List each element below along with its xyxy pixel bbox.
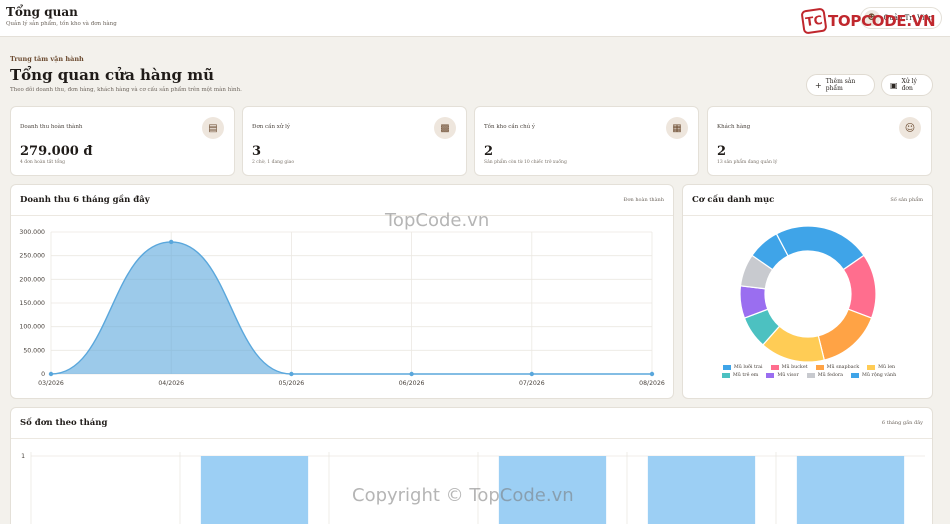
stat-value: 3 bbox=[252, 144, 262, 159]
stat-card-revenue: Doanh thu hoàn thành 279.000 đ 4 đơn hoà… bbox=[10, 106, 235, 176]
legend-item[interactable]: Mũ trẻ em bbox=[721, 373, 759, 378]
stat-value: 2 bbox=[484, 144, 494, 159]
wallet-icon: ▤ bbox=[202, 117, 224, 139]
y-tick-label: 200.000 bbox=[19, 276, 45, 283]
legend-label: Mũ bucket bbox=[781, 365, 808, 370]
revenue-point bbox=[169, 239, 174, 245]
top-bar: Tổng quan Quản lý sản phẩm, tồn kho và đ… bbox=[0, 0, 950, 37]
legend-item[interactable]: Mũ fedora bbox=[806, 373, 844, 378]
donut-slice bbox=[817, 308, 873, 361]
users-icon: ☺ bbox=[899, 117, 921, 139]
page-subtitle: Theo dõi doanh thu, đơn hàng, khách hàng… bbox=[10, 87, 242, 93]
stat-note: 2 chờ, 1 đang giao bbox=[252, 160, 295, 165]
x-tick-label: 07/2026 bbox=[519, 380, 545, 387]
process-orders-button[interactable]: ▣ Xử lý đơn bbox=[881, 74, 933, 96]
stat-value: 279.000 đ bbox=[20, 144, 93, 159]
legend-label: Mũ trẻ em bbox=[732, 373, 759, 378]
orders-bar bbox=[796, 456, 905, 524]
stat-note: 4 đơn hoàn tất tổng bbox=[20, 160, 65, 165]
legend-label: Mũ snapback bbox=[826, 365, 860, 370]
x-tick-label: 06/2026 bbox=[399, 380, 425, 387]
package-icon: ▩ bbox=[434, 117, 456, 139]
legend-item[interactable]: Mũ snapback bbox=[815, 365, 860, 370]
legend-swatch bbox=[815, 365, 824, 370]
legend-item[interactable]: Mũ rộng vành bbox=[851, 373, 896, 378]
legend-swatch bbox=[766, 373, 775, 378]
stat-label: Khách hàng bbox=[717, 124, 751, 130]
legend-item[interactable]: Mũ lưỡi trai bbox=[722, 365, 763, 370]
revenue-point bbox=[409, 371, 414, 377]
app-title: Tổng quan bbox=[6, 5, 78, 19]
legend-swatch bbox=[806, 373, 815, 378]
x-tick-label: 04/2026 bbox=[158, 380, 184, 387]
legend-label: Mũ len bbox=[878, 365, 896, 370]
stat-note: 13 sản phẩm đang quản lý bbox=[717, 160, 778, 165]
legend-swatch bbox=[721, 373, 730, 378]
legend-swatch bbox=[722, 365, 731, 370]
orders-bar bbox=[498, 456, 607, 524]
legend-label: Mũ visor bbox=[777, 373, 799, 378]
app-subtitle: Quản lý sản phẩm, tồn kho và đơn hàng bbox=[6, 21, 117, 27]
revenue-point bbox=[649, 371, 655, 377]
logo-mark: TC bbox=[800, 7, 828, 35]
stat-label: Doanh thu hoàn thành bbox=[20, 124, 83, 130]
revenue-area-chart: 0 50.000 100.000 150.000 200.000 250.000 300.0… bbox=[19, 229, 665, 387]
stat-note: Sản phẩm còn từ 10 chiếc trở xuống bbox=[484, 160, 567, 165]
legend-swatch bbox=[867, 365, 876, 370]
revenue-point bbox=[289, 371, 294, 377]
orders-bar bbox=[200, 456, 309, 524]
legend-label: Mũ rộng vành bbox=[862, 373, 897, 378]
y-tick-label: 150.000 bbox=[19, 300, 45, 307]
orders-chart-card: Số đơn theo tháng 6 tháng gần đây 1 bbox=[10, 407, 933, 524]
section-eyebrow: Trung tâm vận hành bbox=[10, 55, 84, 63]
stat-label: Tồn kho cần chú ý bbox=[484, 124, 536, 130]
legend-label: Mũ lưỡi trai bbox=[733, 365, 763, 370]
y-tick-label: 300.000 bbox=[19, 229, 45, 236]
stat-label: Đơn cần xử lý bbox=[252, 124, 291, 130]
legend-item[interactable]: Mũ len bbox=[867, 365, 895, 370]
donut-slice bbox=[775, 225, 865, 271]
stat-card-customers: Khách hàng 2 13 sản phẩm đang quản lý ☺ bbox=[707, 106, 932, 176]
revenue-chart-card: Doanh thu 6 tháng gần đây Đơn hoàn thành… bbox=[10, 184, 674, 399]
x-tick-label: 05/2026 bbox=[279, 380, 305, 387]
y-tick-label: 1 bbox=[21, 453, 25, 460]
legend-item[interactable]: Mũ visor bbox=[766, 373, 799, 378]
revenue-point bbox=[48, 371, 54, 377]
x-tick-label: 03/2026 bbox=[38, 380, 64, 387]
plus-icon: + bbox=[815, 80, 822, 90]
stat-value: 2 bbox=[717, 144, 727, 159]
topcode-logo: TC TOPCODE.VN bbox=[800, 7, 936, 35]
legend-item[interactable]: Mũ bucket bbox=[770, 365, 808, 370]
stat-card-pending-orders: Đơn cần xử lý 3 2 chờ, 1 đang giao ▩ bbox=[242, 106, 467, 176]
y-tick-label: 0 bbox=[41, 371, 45, 378]
stat-card-stock: Tồn kho cần chú ý 2 Sản phẩm còn từ 10 c… bbox=[474, 106, 699, 176]
revenue-area-fill bbox=[51, 241, 652, 374]
add-product-label: Thêm sản phẩm bbox=[825, 78, 856, 92]
orders-bar-chart: 1 bbox=[21, 452, 925, 524]
revenue-point bbox=[529, 371, 534, 377]
logo-text: TOPCODE.VN bbox=[828, 12, 936, 30]
legend-label: Mũ fedora bbox=[817, 373, 844, 378]
legend-swatch bbox=[770, 365, 779, 370]
category-legend: Mũ lưỡi trai Mũ bucket Mũ snapback Mũ len Mũ… bbox=[703, 365, 915, 378]
boxes-icon: ▦ bbox=[666, 117, 688, 139]
y-tick-label: 250.000 bbox=[19, 253, 45, 260]
bag-icon: ▣ bbox=[890, 80, 898, 90]
add-product-button[interactable]: + Thêm sản phẩm bbox=[806, 74, 875, 96]
y-tick-label: 100.000 bbox=[19, 324, 45, 331]
orders-bar bbox=[647, 456, 756, 524]
category-chart-card: Cơ cấu danh mục Số sản phẩm Mũ lưỡi trai… bbox=[682, 184, 933, 399]
process-orders-label: Xử lý đơn bbox=[901, 78, 917, 92]
page-title: Tổng quan cửa hàng mũ bbox=[10, 66, 215, 84]
x-tick-label: 08/2026 bbox=[639, 380, 665, 387]
legend-swatch bbox=[851, 373, 860, 378]
y-tick-label: 50.000 bbox=[23, 347, 45, 354]
